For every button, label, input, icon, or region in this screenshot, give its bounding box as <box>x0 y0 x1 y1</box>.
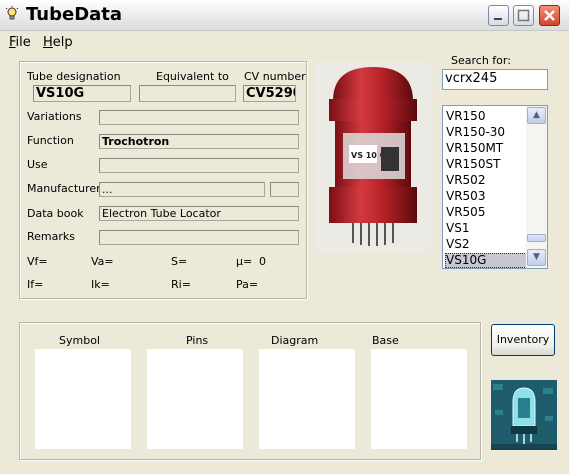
symbol-panel <box>35 349 131 449</box>
mu-value: 0 <box>259 255 266 268</box>
equivalent-label: Equivalent to <box>156 70 229 83</box>
inventory-button[interactable]: Inventory <box>491 324 555 356</box>
chevron-up-icon: ▲ <box>533 110 540 120</box>
window-title: TubeData <box>26 4 123 25</box>
tube-designation-label: Tube designation <box>27 70 121 83</box>
list-scrollbar[interactable]: ▲ ▼ <box>526 106 547 268</box>
equivalent-field[interactable] <box>139 85 236 102</box>
ik-label: Ik= <box>91 278 110 291</box>
function-field[interactable]: Trochotron <box>99 134 299 149</box>
list-item[interactable]: VR503 <box>446 189 526 204</box>
diagram-label: Diagram <box>271 334 319 347</box>
use-label: Use <box>27 158 48 171</box>
manufacturer-label: Manufacturer <box>27 182 101 195</box>
list-item[interactable]: VS1 <box>446 221 526 236</box>
s-label: S= <box>171 255 188 268</box>
scroll-down-button[interactable]: ▼ <box>527 249 546 266</box>
close-icon <box>544 10 555 21</box>
list-item[interactable]: VR505 <box>446 205 526 220</box>
cv-number-field[interactable]: CV5290 <box>243 85 296 102</box>
va-label: Va= <box>91 255 114 268</box>
list-item[interactable]: VS2 <box>446 237 526 252</box>
menu-bar: File Help <box>0 32 569 52</box>
app-logo <box>491 380 557 450</box>
tube-logo-icon <box>491 380 557 450</box>
list-item[interactable]: VR150 <box>446 109 526 124</box>
scrollbar-thumb[interactable] <box>527 234 546 242</box>
if-label: If= <box>27 278 44 291</box>
ri-label: Ri= <box>171 278 191 291</box>
diagram-panel <box>259 349 355 449</box>
search-label: Search for: <box>451 54 511 67</box>
base-panel <box>371 349 467 449</box>
pa-label: Pa= <box>236 278 259 291</box>
tube-photo: VS 10 G <box>315 61 431 253</box>
tube-photo-label: VS 10 G <box>351 151 386 160</box>
list-item-selected[interactable]: VS10G <box>445 253 527 268</box>
lightbulb-icon <box>5 6 19 20</box>
minimize-button[interactable] <box>488 5 509 26</box>
tube-designation-field[interactable]: VS10G <box>33 85 131 102</box>
variations-label: Variations <box>27 110 82 123</box>
list-item[interactable]: VR150ST <box>446 157 526 172</box>
menu-help[interactable]: Help <box>43 35 73 50</box>
mu-label: µ= <box>236 255 253 268</box>
list-item[interactable]: VR150MT <box>446 141 526 156</box>
symbol-label: Symbol <box>59 334 100 347</box>
remarks-field[interactable] <box>99 230 299 245</box>
maximize-icon <box>517 9 530 22</box>
manufacturer-field[interactable]: ... <box>99 182 265 197</box>
scroll-up-button[interactable]: ▲ <box>527 107 546 124</box>
data-book-label: Data book <box>27 207 84 220</box>
remarks-label: Remarks <box>27 230 75 243</box>
variations-field[interactable] <box>99 110 299 125</box>
manufacturer-code-field[interactable] <box>270 182 299 197</box>
list-item[interactable]: VR502 <box>446 173 526 188</box>
menu-file[interactable]: File <box>9 35 31 50</box>
main-window: TubeData File Help Tube designation Equi… <box>0 0 569 474</box>
base-label: Base <box>372 334 399 347</box>
vf-label: Vf= <box>27 255 48 268</box>
title-bar[interactable]: TubeData <box>0 0 569 31</box>
pins-panel <box>147 349 243 449</box>
close-button[interactable] <box>539 5 560 26</box>
pins-label: Pins <box>186 334 209 347</box>
tube-image-icon: VS 10 G <box>329 67 417 246</box>
search-input[interactable]: vcrx245 <box>442 69 548 90</box>
chevron-down-icon: ▼ <box>533 252 540 262</box>
use-field[interactable] <box>99 158 299 173</box>
maximize-button[interactable] <box>513 5 534 26</box>
cv-number-label: CV number <box>244 70 306 83</box>
minimize-icon <box>494 18 502 20</box>
data-book-field[interactable]: Electron Tube Locator <box>99 206 299 221</box>
function-label: Function <box>27 134 74 147</box>
list-item[interactable]: VR150-30 <box>446 125 526 140</box>
